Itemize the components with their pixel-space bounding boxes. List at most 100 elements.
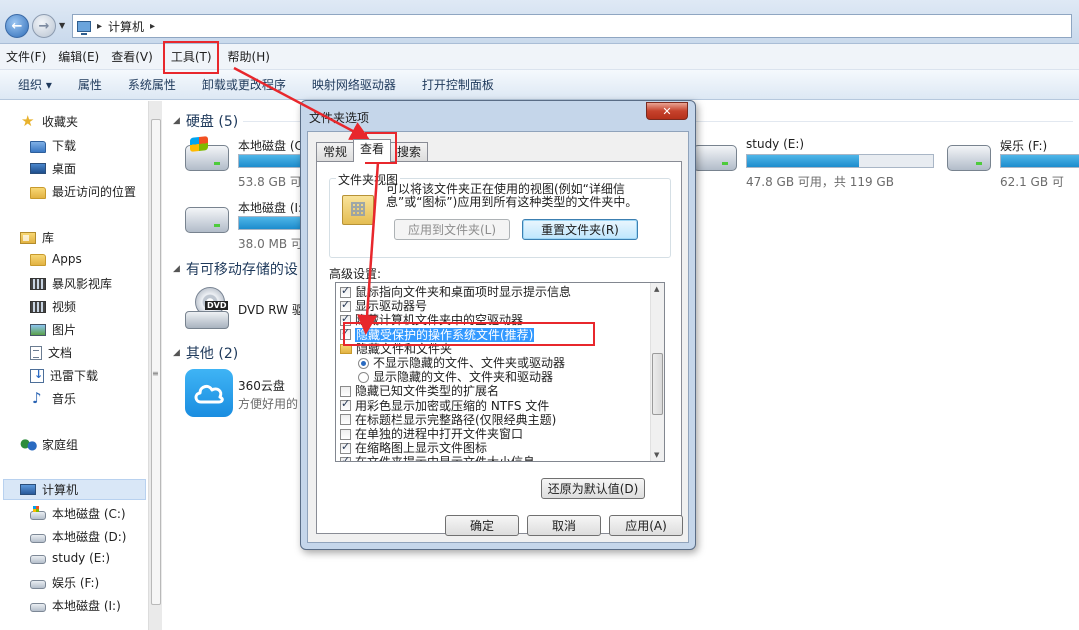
drive-free-space: 62.1 GB 可 xyxy=(1000,175,1064,189)
navigation-scrollbar[interactable]: ≡ xyxy=(148,101,162,630)
checkbox-unchecked[interactable] xyxy=(340,428,351,440)
open-control-panel-button[interactable]: 打开控制面板 xyxy=(409,76,507,93)
advanced-setting-row[interactable]: 在标题栏显示完整路径(仅限经典主题) xyxy=(340,413,556,427)
advanced-list-scrollbar[interactable]: ▲ ▼ xyxy=(650,283,664,461)
advanced-setting-row[interactable]: 在单独的进程中打开文件夹窗口 xyxy=(340,427,523,441)
computer-icon xyxy=(77,20,91,35)
group-other[interactable]: ◢ 其他 (2) xyxy=(173,343,238,363)
scroll-down-arrow-icon[interactable]: ▼ xyxy=(654,451,659,459)
tab-view[interactable]: 查看 xyxy=(353,139,392,162)
advanced-setting-row[interactable]: 不显示隐藏的文件、文件夹或驱动器 xyxy=(358,356,565,370)
advanced-setting-row[interactable]: 显示隐藏的文件、文件夹和驱动器 xyxy=(358,370,553,384)
apply-to-folders-button[interactable]: 应用到文件夹(L) xyxy=(394,219,510,240)
menu-edit[interactable]: 编辑(E) xyxy=(52,44,105,70)
advanced-list-scrollbar-thumb[interactable] xyxy=(652,353,663,415)
radio-unselected[interactable] xyxy=(358,371,369,383)
nav-drive-c[interactable]: 本地磁盘 (C:) xyxy=(30,505,126,522)
drive-icon xyxy=(947,145,991,171)
advanced-setting-label: 在文件夹提示中显示文件大小信息 xyxy=(355,455,535,461)
drive-icon xyxy=(185,207,229,233)
nav-recent-places[interactable]: 最近访问的位置 xyxy=(30,183,136,200)
drive-icon xyxy=(30,579,46,589)
collapse-triangle-icon[interactable]: ◢ xyxy=(173,264,180,274)
nav-apps[interactable]: Apps xyxy=(30,252,82,266)
menu-file[interactable]: 文件(F) xyxy=(0,44,52,70)
breadcrumb-computer[interactable]: 计算机 xyxy=(108,18,144,35)
checkbox-checked[interactable] xyxy=(340,284,351,298)
checkbox-checked[interactable] xyxy=(340,440,351,454)
nav-pictures[interactable]: 图片 xyxy=(30,321,76,338)
address-input[interactable]: ▸ 计算机 ▸ xyxy=(72,14,1072,38)
organize-button[interactable]: 组织 ▾ xyxy=(10,76,65,93)
advanced-setting-row[interactable]: 隐藏已知文件类型的扩展名 xyxy=(340,384,499,398)
dialog-title: 文件夹选项 xyxy=(309,111,370,125)
drive-tile-f[interactable]: 娱乐 (F:) 62.1 GB 可 xyxy=(947,137,1079,189)
properties-button[interactable]: 属性 xyxy=(65,76,115,93)
advanced-setting-label: 在标题栏显示完整路径(仅限经典主题) xyxy=(355,412,557,427)
menu-help[interactable]: 帮助(H) xyxy=(222,44,276,70)
uninstall-program-button[interactable]: 卸载或更改程序 xyxy=(189,76,299,93)
nav-libraries[interactable]: 库 xyxy=(20,229,54,246)
advanced-setting-label: 不显示隐藏的文件、文件夹或驱动器 xyxy=(373,356,566,370)
nav-videos[interactable]: 视频 xyxy=(30,298,76,315)
advanced-setting-row[interactable]: 用彩色显示加密或压缩的 NTFS 文件 xyxy=(340,397,549,413)
recent-pages-dropdown[interactable]: ▼ xyxy=(59,21,65,30)
nav-xunlei-downloads[interactable]: 迅雷下载 xyxy=(30,367,98,384)
apply-button[interactable]: 应用(A) xyxy=(609,515,683,536)
nav-downloads[interactable]: 下载 xyxy=(30,137,76,154)
nav-desktop[interactable]: 桌面 xyxy=(30,160,76,177)
cancel-button[interactable]: 取消 xyxy=(527,515,601,536)
nav-music[interactable]: 音乐 xyxy=(30,389,76,407)
drive-box-shape xyxy=(185,311,229,329)
star-icon xyxy=(20,112,36,130)
drive-free-space: 38.0 MB 可 xyxy=(238,237,303,251)
music-icon xyxy=(30,389,46,407)
breadcrumb-separator[interactable]: ▸ xyxy=(97,21,102,32)
drive-icon xyxy=(30,602,46,612)
nav-drive-i[interactable]: 本地磁盘 (I:) xyxy=(30,597,121,614)
map-network-drive-button[interactable]: 映射网络驱动器 xyxy=(299,76,409,93)
advanced-settings-list[interactable]: ▲ ▼ 鼠标指向文件夹和桌面项时显示提示信息显示驱动器号隐藏计算机文件夹中的空驱… xyxy=(335,282,665,462)
nav-favorites[interactable]: 收藏夹 xyxy=(20,112,78,130)
back-button[interactable]: ← xyxy=(5,14,29,38)
restore-defaults-button[interactable]: 还原为默认值(D) xyxy=(541,478,645,499)
navigation-scrollbar-thumb[interactable] xyxy=(151,119,161,605)
reset-folders-button[interactable]: 重置文件夹(R) xyxy=(522,219,638,240)
cloud-drive-description: 方便好用的 xyxy=(238,397,299,411)
checkbox-unchecked[interactable] xyxy=(340,385,351,397)
pictures-icon xyxy=(30,323,46,336)
collapse-triangle-icon[interactable]: ◢ xyxy=(173,348,180,358)
advanced-setting-label: 显示驱动器号 xyxy=(355,299,428,314)
nav-computer[interactable]: 计算机 xyxy=(3,479,146,500)
nav-documents[interactable]: 文档 xyxy=(30,344,72,361)
drive-icon xyxy=(693,145,737,171)
nav-drive-f[interactable]: 娱乐 (F:) xyxy=(30,574,99,591)
nav-baofeng-library[interactable]: 暴风影视库 xyxy=(30,275,112,292)
menu-view[interactable]: 查看(V) xyxy=(105,44,159,70)
collapse-triangle-icon[interactable]: ◢ xyxy=(173,116,180,126)
advanced-setting-row[interactable]: 在文件夹提示中显示文件大小信息 xyxy=(340,454,535,461)
system-properties-button[interactable]: 系统属性 xyxy=(115,76,189,93)
breadcrumb-separator[interactable]: ▸ xyxy=(150,21,155,32)
scroll-up-arrow-icon[interactable]: ▲ xyxy=(654,285,659,293)
nav-homegroup[interactable]: 家庭组 xyxy=(20,436,78,453)
advanced-setting-row[interactable]: 显示驱动器号 xyxy=(340,298,428,314)
forward-button[interactable]: → xyxy=(32,14,56,38)
recent-places-icon xyxy=(30,186,46,199)
radio-selected[interactable] xyxy=(358,357,369,369)
tab-general[interactable]: 常规 xyxy=(316,142,355,162)
advanced-setting-row[interactable]: 在缩略图上显示文件图标 xyxy=(340,440,487,455)
checkbox-checked[interactable] xyxy=(340,454,351,461)
ok-button[interactable]: 确定 xyxy=(445,515,519,536)
close-button[interactable]: ✕ xyxy=(646,102,688,120)
nav-drive-e[interactable]: study (E:) xyxy=(30,551,110,565)
checkbox-unchecked[interactable] xyxy=(340,414,351,426)
videos-icon xyxy=(30,300,46,313)
group-removable-storage[interactable]: ◢ 有可移动存储的设 xyxy=(173,259,298,279)
checkbox-checked[interactable] xyxy=(340,298,351,312)
nav-drive-d[interactable]: 本地磁盘 (D:) xyxy=(30,528,126,545)
drive-tile-e[interactable]: study (E:) 47.8 GB 可用，共 119 GB xyxy=(693,137,953,189)
checkbox-checked[interactable] xyxy=(340,397,351,412)
advanced-setting-row[interactable]: 鼠标指向文件夹和桌面项时显示提示信息 xyxy=(340,284,571,299)
group-hard-drives[interactable]: ◢ 硬盘 (5) xyxy=(173,111,238,131)
